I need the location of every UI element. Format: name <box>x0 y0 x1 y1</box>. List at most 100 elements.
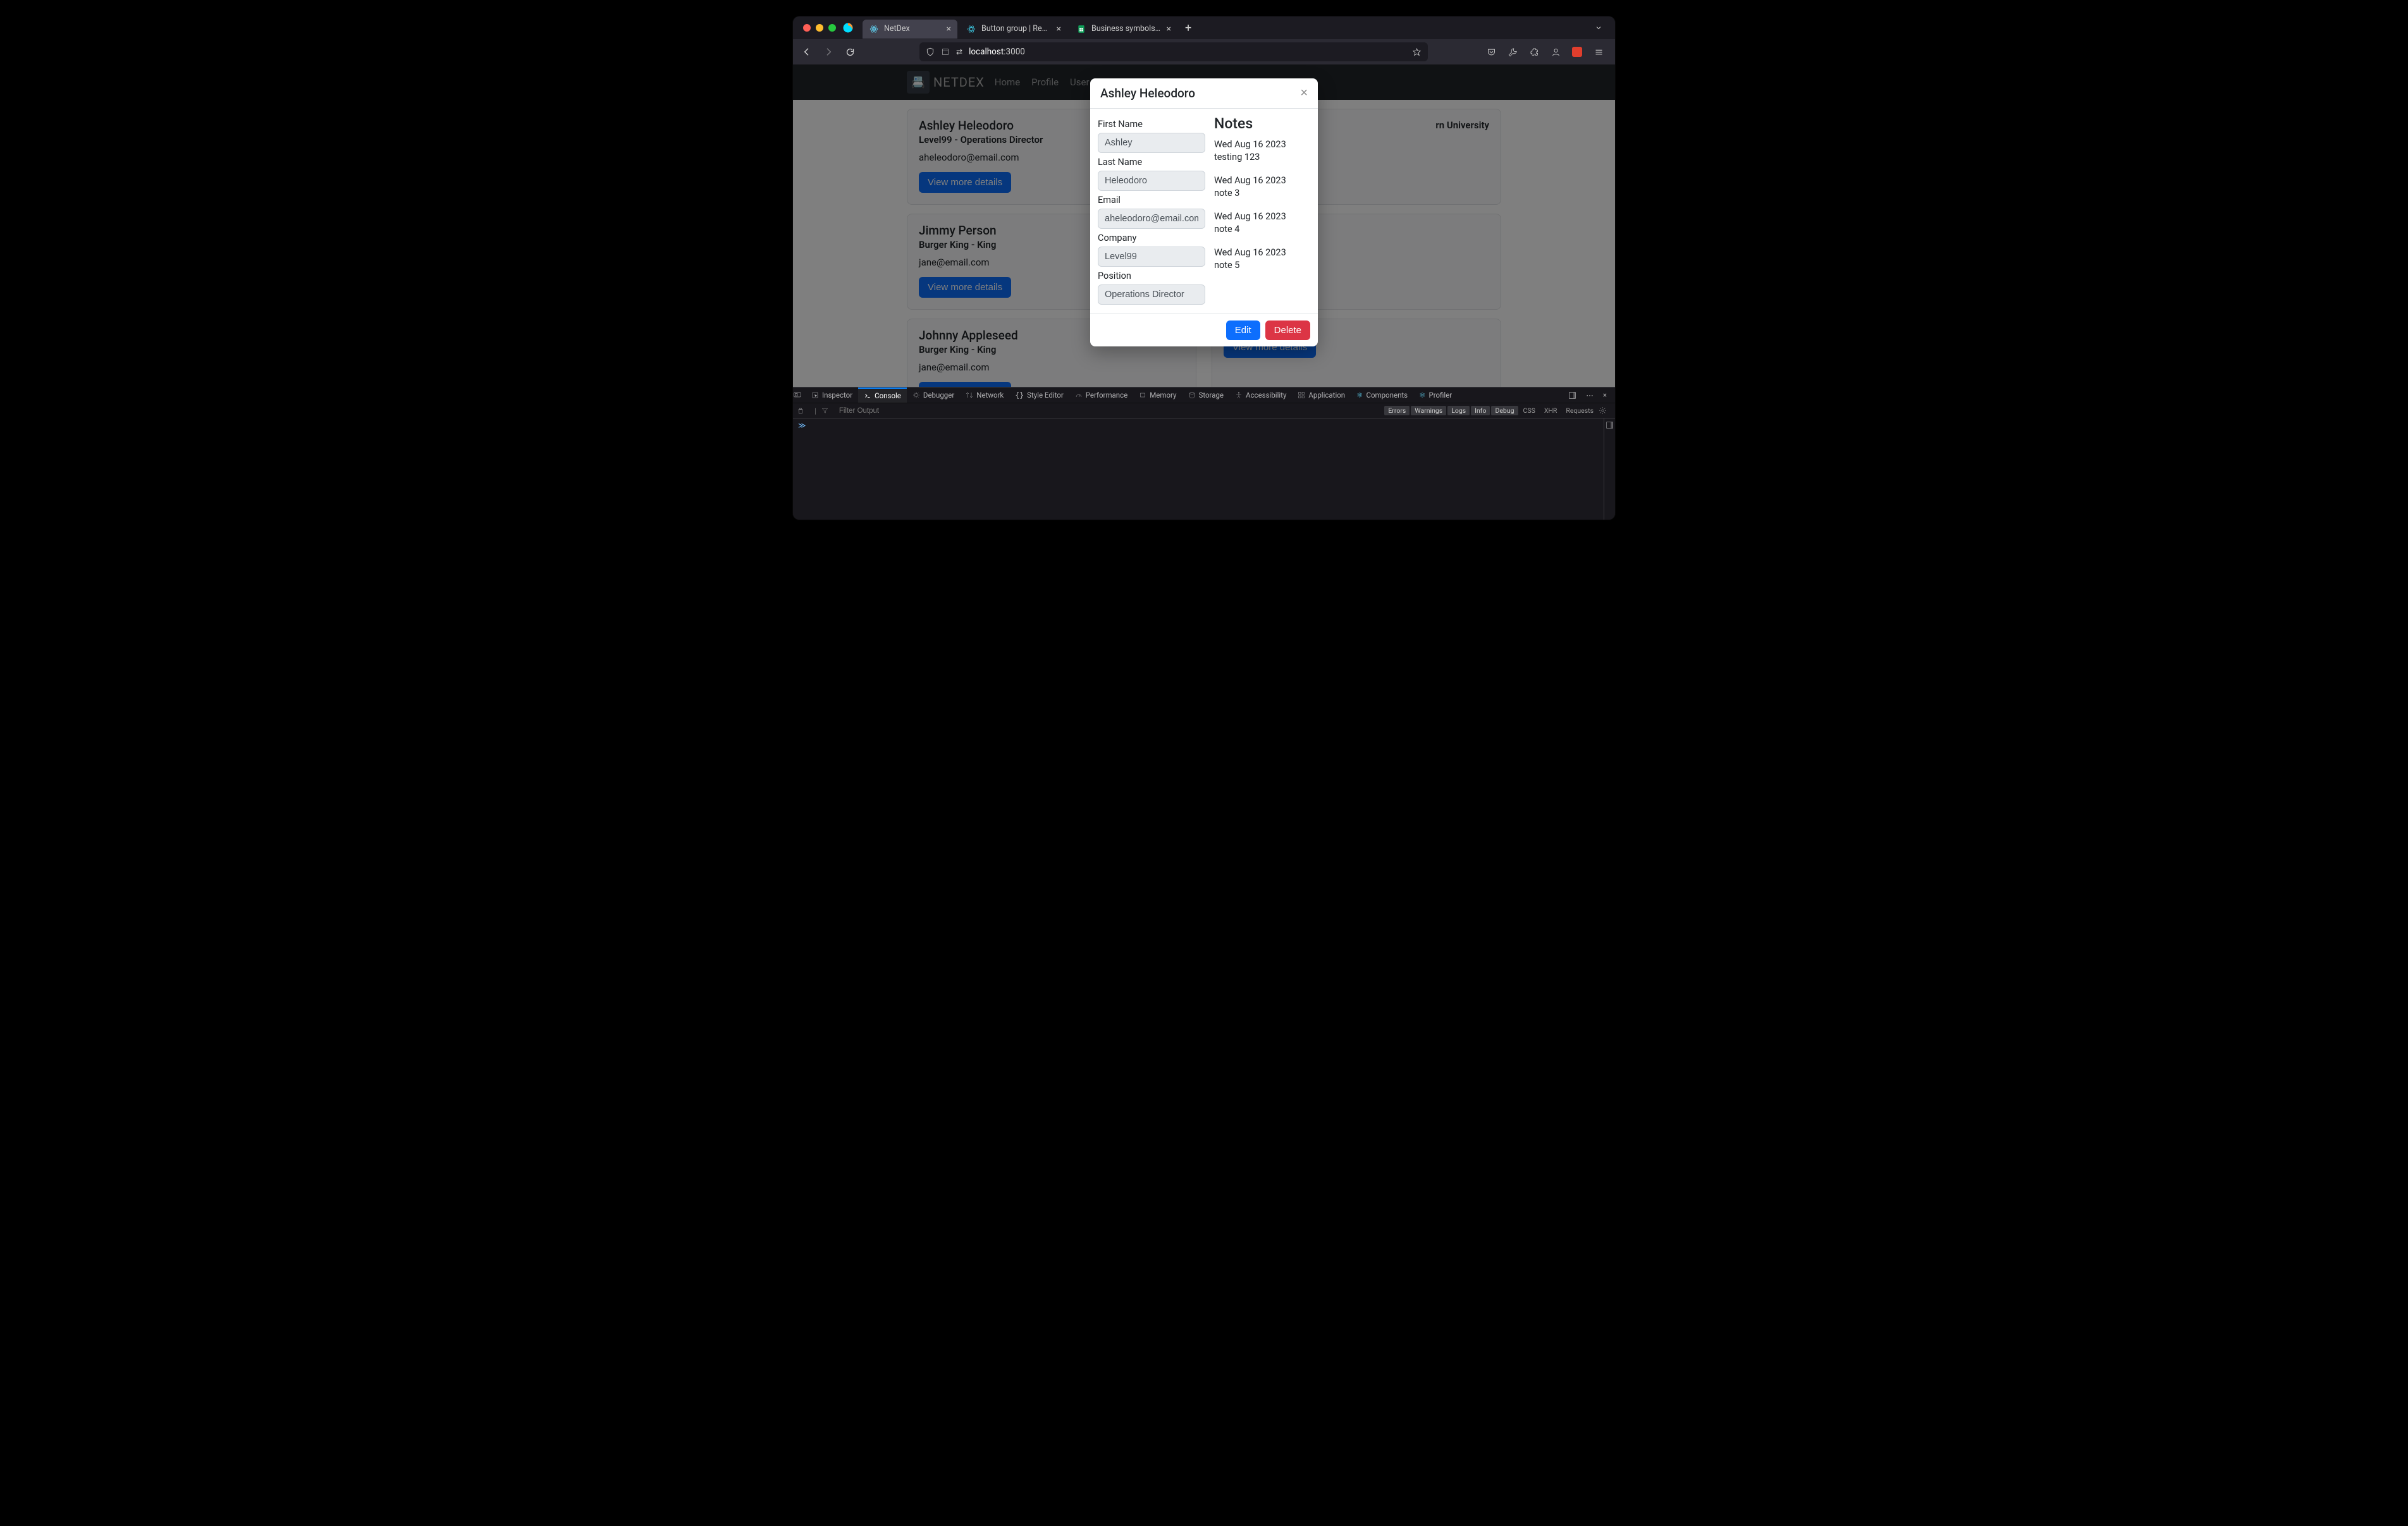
close-tab-icon[interactable]: × <box>1167 24 1171 34</box>
clear-console-icon[interactable] <box>797 407 809 415</box>
note-text: testing 123 <box>1214 152 1260 162</box>
browser-window: NetDex × Button group | React Bootstrap … <box>793 16 1615 520</box>
edit-button[interactable]: Edit <box>1226 320 1260 340</box>
contact-modal: Ashley Heleodoro × First Name Last Name … <box>1090 78 1318 346</box>
label-first-name: First Name <box>1098 119 1205 130</box>
connection-icon[interactable]: ⇄ <box>956 47 962 56</box>
note-text: note 3 <box>1214 188 1239 198</box>
devtools-tab-inspector[interactable]: Inspector <box>806 388 858 403</box>
chip-info[interactable]: Info <box>1471 406 1490 415</box>
devtools-panel: Inspector Console Debugger Network {}Sty… <box>793 387 1615 520</box>
devtools-tab-performance[interactable]: Performance <box>1069 388 1134 403</box>
url-text: localhost:3000 <box>969 47 1406 57</box>
permissions-icon[interactable] <box>941 47 950 56</box>
tab-google-sheets[interactable]: Business symbols and icons in G × <box>1070 20 1177 39</box>
console-prompt[interactable]: ≫ <box>793 418 1604 432</box>
devtools-dock-icon[interactable] <box>1568 391 1581 400</box>
list-tabs-button[interactable] <box>1586 24 1611 32</box>
delete-button[interactable]: Delete <box>1265 320 1310 340</box>
devtools-tab-debugger[interactable]: Debugger <box>907 388 960 403</box>
note-item: Wed Aug 16 2023 note 5 <box>1214 247 1310 271</box>
address-bar[interactable]: ⇄ localhost:3000 <box>919 42 1428 61</box>
chip-warnings[interactable]: Warnings <box>1411 406 1446 415</box>
nav-toolbar: ⇄ localhost:3000 <box>793 39 1615 64</box>
last-name-field[interactable] <box>1098 171 1205 191</box>
devtools-tab-components[interactable]: ⚛Components <box>1351 388 1413 403</box>
modal-footer: Edit Delete <box>1090 314 1318 346</box>
devtools-tab-network[interactable]: Network <box>960 388 1009 403</box>
email-field[interactable] <box>1098 209 1205 229</box>
firefox-icon <box>842 22 861 34</box>
tab-netdex[interactable]: NetDex × <box>863 20 957 39</box>
chip-css[interactable]: CSS <box>1520 406 1539 415</box>
sheets-icon <box>1076 24 1086 34</box>
page-viewport: 📇 NETDEX Home Profile User Actions Ashle… <box>793 64 1615 387</box>
extension-badge[interactable] <box>1568 43 1586 61</box>
devtools-tab-accessibility[interactable]: Accessibility <box>1229 388 1292 403</box>
extensions-icon[interactable] <box>1525 43 1543 61</box>
devtools-close-icon[interactable]: × <box>1599 391 1611 400</box>
devtools-more-icon[interactable]: ⋯ <box>1583 391 1596 400</box>
bookmark-star-icon[interactable] <box>1412 47 1422 57</box>
close-window-button[interactable] <box>803 24 811 32</box>
tab-title: Business symbols and icons in G <box>1091 24 1162 34</box>
note-date: Wed Aug 16 2023 <box>1214 211 1310 223</box>
modal-title: Ashley Heleodoro <box>1100 86 1195 101</box>
tab-title: NetDex <box>884 24 942 34</box>
tab-strip: NetDex × Button group | React Bootstrap … <box>793 16 1615 39</box>
filter-output-input[interactable] <box>839 407 940 415</box>
tab-react-bootstrap[interactable]: Button group | React Bootstrap × <box>960 20 1067 39</box>
console-output[interactable]: ≫ <box>793 418 1615 520</box>
chip-debug[interactable]: Debug <box>1491 406 1518 415</box>
console-settings-icon[interactable] <box>1599 406 1611 415</box>
close-icon[interactable]: × <box>1300 86 1308 101</box>
chip-logs[interactable]: Logs <box>1447 406 1470 415</box>
company-field[interactable] <box>1098 247 1205 267</box>
chip-xhr[interactable]: XHR <box>1540 406 1561 415</box>
chip-errors[interactable]: Errors <box>1384 406 1410 415</box>
note-date: Wed Aug 16 2023 <box>1214 138 1310 151</box>
notes-heading: Notes <box>1214 115 1310 132</box>
pocket-icon[interactable] <box>1482 43 1500 61</box>
filter-icon <box>821 407 834 414</box>
modal-form: First Name Last Name Email Company Posit… <box>1098 115 1205 305</box>
label-position: Position <box>1098 271 1205 281</box>
modal-header: Ashley Heleodoro × <box>1090 78 1318 109</box>
shield-icon[interactable] <box>926 47 935 56</box>
app-menu-icon[interactable] <box>1590 43 1607 61</box>
reload-button[interactable] <box>841 43 859 61</box>
devtools-iframe-picker-icon[interactable] <box>793 391 806 400</box>
console-side-toggle[interactable] <box>1604 418 1615 520</box>
note-date: Wed Aug 16 2023 <box>1214 174 1310 187</box>
devtools-tab-style-editor[interactable]: {}Style Editor <box>1009 388 1069 403</box>
devtools-icon[interactable] <box>1504 43 1521 61</box>
note-item: Wed Aug 16 2023 note 3 <box>1214 174 1310 199</box>
note-text: note 4 <box>1214 224 1239 235</box>
devtools-tabs: Inspector Console Debugger Network {}Sty… <box>793 387 1615 403</box>
label-email: Email <box>1098 195 1205 205</box>
account-icon[interactable] <box>1547 43 1564 61</box>
label-company: Company <box>1098 233 1205 243</box>
close-tab-icon[interactable]: × <box>1057 24 1061 34</box>
react-icon <box>869 24 879 34</box>
chip-requests[interactable]: Requests <box>1562 406 1597 415</box>
note-item: Wed Aug 16 2023 note 4 <box>1214 211 1310 235</box>
first-name-field[interactable] <box>1098 133 1205 153</box>
close-tab-icon[interactable]: × <box>947 24 951 34</box>
forward-button[interactable] <box>820 43 837 61</box>
new-tab-button[interactable]: + <box>1179 21 1198 35</box>
note-item: Wed Aug 16 2023 testing 123 <box>1214 138 1310 163</box>
position-field[interactable] <box>1098 284 1205 305</box>
maximize-window-button[interactable] <box>828 24 836 32</box>
devtools-tab-storage[interactable]: Storage <box>1182 388 1230 403</box>
console-toolbar: | Errors Warnings Logs Info Debug CSS XH… <box>793 403 1615 418</box>
notes-column: Notes Wed Aug 16 2023 testing 123 Wed Au… <box>1212 115 1310 305</box>
minimize-window-button[interactable] <box>816 24 823 32</box>
devtools-tab-application[interactable]: Application <box>1292 388 1351 403</box>
devtools-tab-memory[interactable]: Memory <box>1133 388 1182 403</box>
tab-title: Button group | React Bootstrap <box>981 24 1052 34</box>
note-text: note 5 <box>1214 260 1239 271</box>
back-button[interactable] <box>798 43 816 61</box>
devtools-tab-profiler[interactable]: ⚛Profiler <box>1413 388 1458 403</box>
devtools-tab-console[interactable]: Console <box>858 388 907 403</box>
